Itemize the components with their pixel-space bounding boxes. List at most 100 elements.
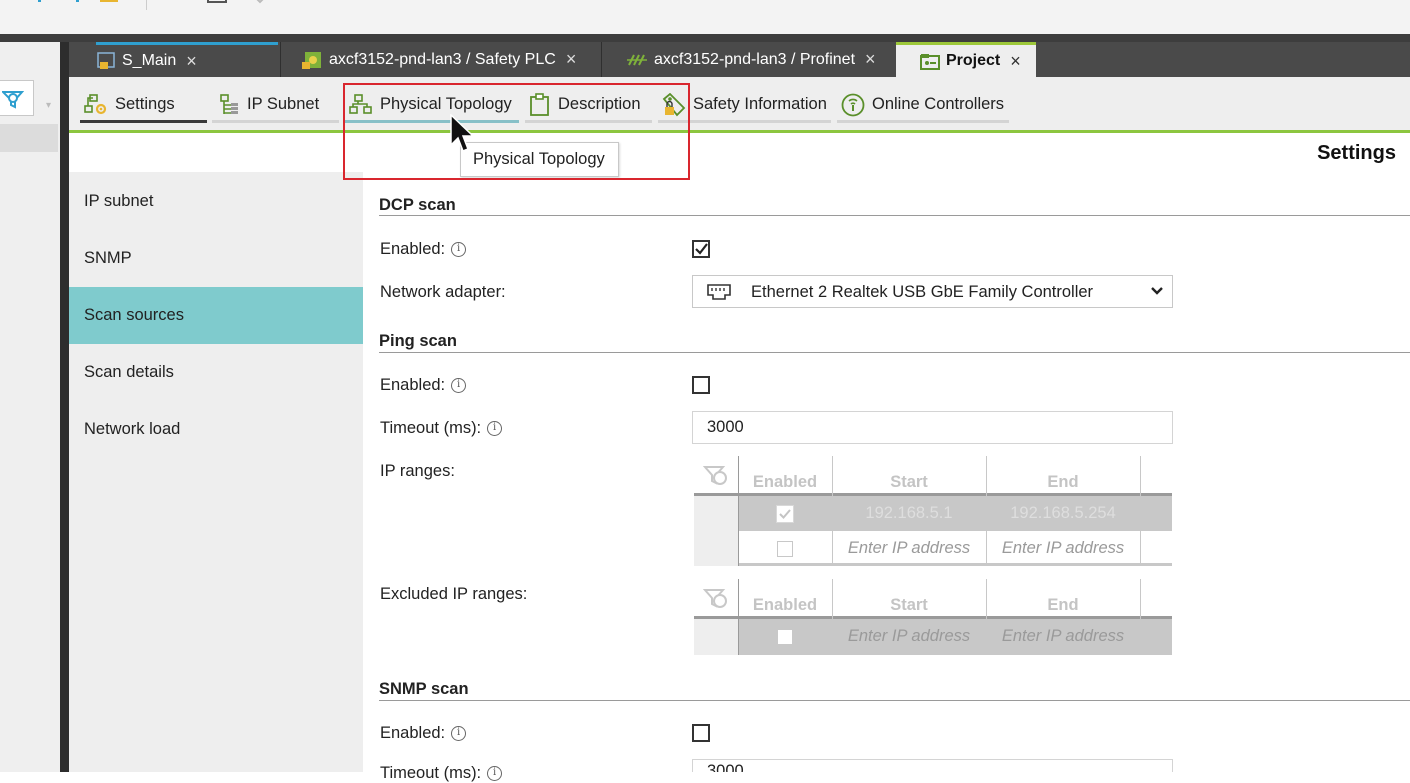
column-separator	[1140, 456, 1141, 566]
filter-clear-icon[interactable]	[694, 579, 738, 619]
subtab-label: Online Controllers	[872, 95, 1005, 113]
table-row[interactable]: 192.168.5.1 192.168.5.254	[694, 496, 1172, 531]
column-header-start[interactable]: Start	[832, 579, 986, 619]
row-header[interactable]	[694, 531, 738, 566]
section-divider	[379, 352, 1410, 353]
online-controller-icon	[841, 93, 865, 117]
close-icon[interactable]: ×	[186, 51, 197, 72]
start-ip-placeholder[interactable]: Enter IP address	[832, 531, 986, 566]
tree-filter-box[interactable]	[0, 80, 34, 116]
tooltip: Physical Topology	[460, 142, 619, 177]
mouse-cursor-icon	[450, 114, 475, 152]
row-enabled-cell[interactable]	[738, 619, 832, 654]
nav-item-scan-details[interactable]: Scan details	[69, 344, 363, 401]
filter-clear-icon[interactable]	[694, 456, 738, 496]
safety-tag-icon	[662, 92, 686, 117]
row-checkbox[interactable]	[777, 540, 793, 557]
row-checkbox[interactable]	[777, 628, 793, 645]
page-title: Settings	[1317, 142, 1396, 164]
row-header[interactable]	[694, 619, 738, 655]
info-icon[interactable]: i	[451, 726, 467, 741]
info-icon[interactable]: i	[451, 242, 467, 257]
subtab-settings[interactable]: Settings	[80, 89, 207, 123]
section-divider	[379, 700, 1410, 701]
dcp-enabled-label: Enabled: i	[380, 240, 467, 259]
column-header-enabled[interactable]: Enabled	[738, 456, 832, 496]
tab-profinet[interactable]: axcf3152-pnd-lan3 / Profinet ×	[601, 42, 895, 77]
nav-item-network-load[interactable]: Network load	[69, 401, 363, 458]
snmp-section-title: SNMP scan	[379, 680, 469, 698]
column-separator	[986, 456, 987, 566]
nav-item-ip-subnet[interactable]: IP subnet	[69, 173, 363, 230]
subtab-physical-topology[interactable]: Physical Topology	[345, 89, 519, 123]
tab-s-main[interactable]: S_Main ×	[96, 42, 278, 77]
field-label: IP ranges:	[380, 462, 455, 480]
dcp-enabled-checkbox[interactable]	[692, 240, 710, 258]
column-separator	[738, 579, 739, 655]
column-header-end[interactable]: End	[986, 456, 1140, 496]
row-enabled-cell[interactable]	[738, 496, 832, 531]
table-row[interactable]: Enter IP address Enter IP address	[694, 619, 1172, 655]
tab-project[interactable]: Project ×	[896, 42, 1036, 77]
column-separator	[738, 456, 739, 566]
column-header-enabled[interactable]: Enabled	[738, 579, 832, 619]
section-divider	[379, 215, 1410, 216]
dcp-section-title: DCP scan	[379, 196, 456, 214]
checkmark-icon[interactable]	[776, 504, 794, 523]
profinet-icon	[626, 52, 648, 68]
row-start-cell[interactable]: 192.168.5.1	[832, 496, 986, 531]
selected-adapter: Ethernet 2 Realtek USB GbE Family Contro…	[751, 283, 1094, 301]
end-ip-placeholder[interactable]: Enter IP address	[986, 619, 1140, 654]
chevron-down-icon[interactable]	[1150, 284, 1164, 303]
close-icon[interactable]: ×	[865, 49, 876, 70]
start-ip-placeholder[interactable]: Enter IP address	[832, 619, 986, 654]
excluded-ip-ranges-label: Excluded IP ranges:	[380, 585, 527, 604]
toolbar-layout-icons[interactable]	[170, 0, 270, 6]
subtab-ip-subnet[interactable]: IP Subnet	[212, 89, 339, 123]
row-end-cell[interactable]: 192.168.5.254	[986, 496, 1140, 531]
tab-safety-plc[interactable]: axcf3152-pnd-lan3 / Safety PLC ×	[280, 42, 600, 77]
toolbar-icons[interactable]	[0, 0, 130, 6]
snmp-enabled-checkbox[interactable]	[692, 724, 710, 742]
chevron-down-icon[interactable]: ▾	[46, 100, 51, 111]
network-adapter-select[interactable]: Ethernet 2 Realtek USB GbE Family Contro…	[692, 275, 1173, 308]
subtab-description[interactable]: Description	[525, 89, 652, 123]
subtab-safety-information[interactable]: Safety Information	[658, 89, 831, 123]
field-label: Enabled:	[380, 240, 446, 258]
settings-network-icon	[84, 93, 108, 116]
column-header-start[interactable]: Start	[832, 456, 986, 496]
main-toolbar	[0, 0, 1410, 34]
info-icon[interactable]: i	[451, 378, 467, 393]
info-icon[interactable]: i	[487, 766, 503, 781]
ping-timeout-input[interactable]: 3000	[692, 411, 1173, 444]
snmp-timeout-value: 3000	[707, 762, 744, 772]
row-header[interactable]	[694, 496, 738, 531]
column-separator	[986, 579, 987, 655]
window-divider	[0, 34, 1410, 42]
panel-splitter[interactable]	[60, 42, 69, 772]
subtab-label: Description	[558, 95, 641, 113]
field-label: Timeout (ms):	[380, 764, 482, 782]
close-icon[interactable]: ×	[1010, 51, 1021, 72]
table-row[interactable]: Enter IP address Enter IP address	[694, 531, 1172, 566]
info-icon[interactable]: i	[487, 421, 503, 436]
snmp-timeout-input[interactable]: 3000	[692, 759, 1173, 772]
excluded-ip-ranges-table: Enabled Start End Enter IP address Enter…	[694, 579, 1172, 655]
project-tree-panel: ▾	[0, 42, 60, 772]
tab-label: axcf3152-pnd-lan3 / Profinet	[654, 50, 856, 68]
nav-item-scan-sources[interactable]: Scan sources	[69, 287, 363, 344]
program-icon	[96, 51, 116, 71]
checkmark-icon	[695, 243, 708, 255]
end-ip-placeholder[interactable]: Enter IP address	[986, 531, 1140, 566]
close-icon[interactable]: ×	[566, 49, 577, 70]
tree-selected-row[interactable]	[0, 124, 58, 152]
column-separator	[832, 456, 833, 566]
column-header-end[interactable]: End	[986, 579, 1140, 619]
tab-label: Project	[946, 52, 1001, 69]
ping-timeout-label: Timeout (ms): i	[380, 419, 503, 438]
network-adapter-label: Network adapter:	[380, 283, 506, 302]
nav-item-snmp[interactable]: SNMP	[69, 230, 363, 287]
ping-enabled-checkbox[interactable]	[692, 376, 710, 394]
row-enabled-cell[interactable]	[738, 531, 832, 566]
subtab-online-controllers[interactable]: Online Controllers	[837, 89, 1009, 123]
